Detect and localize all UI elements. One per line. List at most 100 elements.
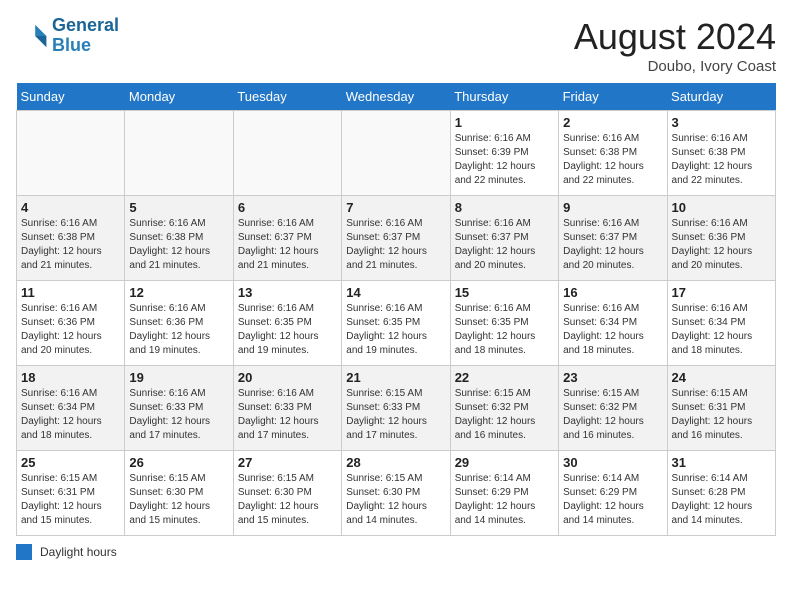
day-info: Sunrise: 6:16 AM Sunset: 6:38 PM Dayligh… [563, 132, 662, 188]
page-header: General Blue August 2024 Doubo, Ivory Co… [16, 16, 776, 75]
day-cell: 13 Sunrise: 6:16 AM Sunset: 6:35 PM Dayli… [233, 281, 341, 366]
day-cell: 24 Sunrise: 6:15 AM Sunset: 6:31 PM Dayli… [667, 366, 775, 451]
day-number: 3 [672, 115, 771, 130]
day-number: 18 [21, 370, 120, 385]
header-tuesday: Tuesday [233, 83, 341, 111]
day-info: Sunrise: 6:14 AM Sunset: 6:29 PM Dayligh… [563, 472, 662, 528]
day-info: Sunrise: 6:15 AM Sunset: 6:31 PM Dayligh… [672, 387, 771, 443]
day-info: Sunrise: 6:16 AM Sunset: 6:33 PM Dayligh… [238, 387, 337, 443]
day-number: 30 [563, 455, 662, 470]
day-number: 31 [672, 455, 771, 470]
day-info: Sunrise: 6:16 AM Sunset: 6:39 PM Dayligh… [455, 132, 554, 188]
day-info: Sunrise: 6:14 AM Sunset: 6:29 PM Dayligh… [455, 472, 554, 528]
day-cell: 18 Sunrise: 6:16 AM Sunset: 6:34 PM Dayli… [17, 366, 125, 451]
day-number: 22 [455, 370, 554, 385]
day-cell: 29Sunrise: 6:14 AM Sunset: 6:29 PM Dayli… [450, 451, 558, 536]
day-info: Sunrise: 6:14 AM Sunset: 6:28 PM Dayligh… [672, 472, 771, 528]
week-row-1: 4 Sunrise: 6:16 AM Sunset: 6:38 PM Daylig… [17, 196, 776, 281]
day-info: Sunrise: 6:16 AM Sunset: 6:36 PM Dayligh… [129, 302, 228, 358]
day-info: Sunrise: 6:15 AM Sunset: 6:30 PM Dayligh… [129, 472, 228, 528]
week-row-2: 11 Sunrise: 6:16 AM Sunset: 6:36 PM Dayli… [17, 281, 776, 366]
day-number: 25 [21, 455, 120, 470]
location: Doubo, Ivory Coast [574, 58, 776, 75]
day-number: 6 [238, 200, 337, 215]
day-cell: 28 Sunrise: 6:15 AM Sunset: 6:30 PM Dayli… [342, 451, 450, 536]
month-title: August 2024 [574, 16, 776, 58]
day-number: 17 [672, 285, 771, 300]
day-cell: 21Sunrise: 6:15 AM Sunset: 6:33 PM Dayli… [342, 366, 450, 451]
header-friday: Friday [559, 83, 667, 111]
day-cell: 19Sunrise: 6:16 AM Sunset: 6:33 PM Dayli… [125, 366, 233, 451]
day-cell: 9Sunrise: 6:16 AM Sunset: 6:37 PM Daylig… [559, 196, 667, 281]
day-number: 15 [455, 285, 554, 300]
day-number: 5 [129, 200, 228, 215]
day-info: Sunrise: 6:16 AM Sunset: 6:38 PM Dayligh… [672, 132, 771, 188]
footer: Daylight hours [16, 544, 776, 560]
header-monday: Monday [125, 83, 233, 111]
title-block: August 2024 Doubo, Ivory Coast [574, 16, 776, 75]
day-cell: 30 Sunrise: 6:14 AM Sunset: 6:29 PM Dayli… [559, 451, 667, 536]
day-number: 4 [21, 200, 120, 215]
day-info: Sunrise: 6:16 AM Sunset: 6:37 PM Dayligh… [346, 217, 445, 273]
day-cell: 16Sunrise: 6:16 AM Sunset: 6:34 PM Dayli… [559, 281, 667, 366]
day-cell: 7 Sunrise: 6:16 AM Sunset: 6:37 PM Daylig… [342, 196, 450, 281]
day-info: Sunrise: 6:15 AM Sunset: 6:30 PM Dayligh… [346, 472, 445, 528]
header-saturday: Saturday [667, 83, 775, 111]
day-cell: 4 Sunrise: 6:16 AM Sunset: 6:38 PM Daylig… [17, 196, 125, 281]
day-number: 28 [346, 455, 445, 470]
day-number: 1 [455, 115, 554, 130]
day-cell: 12 Sunrise: 6:16 AM Sunset: 6:36 PM Dayli… [125, 281, 233, 366]
day-info: Sunrise: 6:16 AM Sunset: 6:37 PM Dayligh… [238, 217, 337, 273]
day-number: 2 [563, 115, 662, 130]
header-sunday: Sunday [17, 83, 125, 111]
day-cell: 26 Sunrise: 6:15 AM Sunset: 6:30 PM Dayli… [125, 451, 233, 536]
day-info: Sunrise: 6:15 AM Sunset: 6:33 PM Dayligh… [346, 387, 445, 443]
day-number: 16 [563, 285, 662, 300]
day-number: 14 [346, 285, 445, 300]
day-cell [342, 111, 450, 196]
day-number: 19 [129, 370, 228, 385]
day-cell [17, 111, 125, 196]
day-number: 26 [129, 455, 228, 470]
week-row-0: 1 Sunrise: 6:16 AM Sunset: 6:39 PM Daylig… [17, 111, 776, 196]
day-cell: 14 Sunrise: 6:16 AM Sunset: 6:35 PM Dayli… [342, 281, 450, 366]
day-number: 7 [346, 200, 445, 215]
day-cell: 25 Sunrise: 6:15 AM Sunset: 6:31 PM Dayli… [17, 451, 125, 536]
day-info: Sunrise: 6:16 AM Sunset: 6:35 PM Dayligh… [346, 302, 445, 358]
day-cell: 27Sunrise: 6:15 AM Sunset: 6:30 PM Dayli… [233, 451, 341, 536]
day-number: 20 [238, 370, 337, 385]
day-info: Sunrise: 6:15 AM Sunset: 6:30 PM Dayligh… [238, 472, 337, 528]
header-wednesday: Wednesday [342, 83, 450, 111]
day-info: Sunrise: 6:15 AM Sunset: 6:32 PM Dayligh… [455, 387, 554, 443]
day-cell [233, 111, 341, 196]
day-number: 23 [563, 370, 662, 385]
day-info: Sunrise: 6:16 AM Sunset: 6:36 PM Dayligh… [672, 217, 771, 273]
day-cell: 10 Sunrise: 6:16 AM Sunset: 6:36 PM Dayli… [667, 196, 775, 281]
header-row: SundayMondayTuesdayWednesdayThursdayFrid… [17, 83, 776, 111]
day-cell: 22 Sunrise: 6:15 AM Sunset: 6:32 PM Dayli… [450, 366, 558, 451]
day-number: 10 [672, 200, 771, 215]
day-info: Sunrise: 6:16 AM Sunset: 6:35 PM Dayligh… [238, 302, 337, 358]
week-row-4: 25 Sunrise: 6:15 AM Sunset: 6:31 PM Dayli… [17, 451, 776, 536]
day-cell: 8 Sunrise: 6:16 AM Sunset: 6:37 PM Daylig… [450, 196, 558, 281]
header-thursday: Thursday [450, 83, 558, 111]
day-info: Sunrise: 6:15 AM Sunset: 6:32 PM Dayligh… [563, 387, 662, 443]
day-cell: 2 Sunrise: 6:16 AM Sunset: 6:38 PM Daylig… [559, 111, 667, 196]
day-cell: 23 Sunrise: 6:15 AM Sunset: 6:32 PM Dayli… [559, 366, 667, 451]
day-number: 8 [455, 200, 554, 215]
day-number: 12 [129, 285, 228, 300]
day-cell: 6 Sunrise: 6:16 AM Sunset: 6:37 PM Daylig… [233, 196, 341, 281]
day-cell: 5Sunrise: 6:16 AM Sunset: 6:38 PM Daylig… [125, 196, 233, 281]
logo: General Blue [16, 16, 119, 56]
day-info: Sunrise: 6:16 AM Sunset: 6:38 PM Dayligh… [21, 217, 120, 273]
day-number: 13 [238, 285, 337, 300]
day-number: 24 [672, 370, 771, 385]
logo-icon [16, 20, 48, 52]
day-info: Sunrise: 6:15 AM Sunset: 6:31 PM Dayligh… [21, 472, 120, 528]
day-info: Sunrise: 6:16 AM Sunset: 6:34 PM Dayligh… [21, 387, 120, 443]
day-cell: 17Sunrise: 6:16 AM Sunset: 6:34 PM Dayli… [667, 281, 775, 366]
day-number: 9 [563, 200, 662, 215]
day-cell: 20 Sunrise: 6:16 AM Sunset: 6:33 PM Dayli… [233, 366, 341, 451]
day-number: 11 [21, 285, 120, 300]
day-info: Sunrise: 6:16 AM Sunset: 6:37 PM Dayligh… [455, 217, 554, 273]
